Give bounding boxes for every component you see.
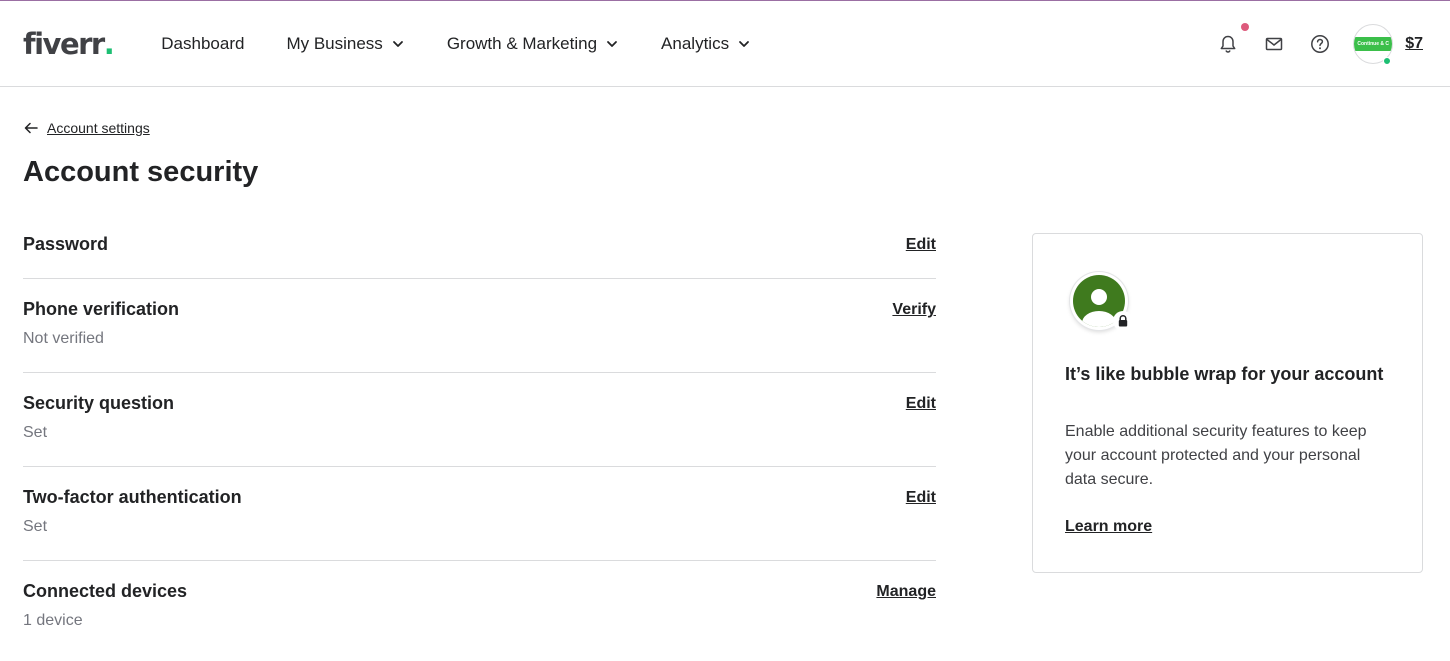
- setting-row-phone-verification: Phone verification Not verified Verify: [23, 279, 936, 373]
- notification-dot: [1241, 23, 1250, 31]
- chevron-down-icon: [607, 40, 617, 47]
- chevron-down-icon: [739, 40, 749, 47]
- avatar-image-text: Continue & C: [1354, 37, 1393, 51]
- learn-more-link[interactable]: Learn more: [1065, 518, 1152, 536]
- arrow-left-icon: [24, 122, 38, 134]
- setting-status: Set: [23, 518, 48, 535]
- nav-analytics-label: Analytics: [661, 33, 730, 53]
- setting-title: Phone verification: [23, 299, 180, 319]
- security-promo-card: It’s like bubble wrap for your account E…: [1032, 233, 1423, 573]
- setting-status: 1 device: [23, 612, 83, 629]
- mail-icon: [1265, 37, 1283, 51]
- lock-icon: [1113, 311, 1133, 331]
- fiverr-logo[interactable]: fiverr.: [23, 26, 115, 61]
- online-status-dot: [1383, 57, 1392, 65]
- messages-button[interactable]: [1263, 33, 1285, 55]
- setting-title: Password: [23, 234, 109, 254]
- nav-my-business[interactable]: My Business: [286, 34, 404, 54]
- manage-devices-button[interactable]: Manage: [876, 583, 936, 601]
- edit-security-question-button[interactable]: Edit: [906, 395, 936, 413]
- setting-row-connected-devices: Connected devices 1 device Manage: [23, 561, 936, 655]
- logo-dot: .: [103, 26, 115, 61]
- breadcrumb-label: Account settings: [47, 120, 150, 136]
- nav-my-business-label: My Business: [286, 33, 383, 53]
- user-avatar-button[interactable]: Continue & C: [1353, 24, 1394, 65]
- header-tools: Continue & C $7: [1217, 1, 1423, 87]
- setting-status: Not verified: [23, 330, 104, 347]
- nav-growth-marketing[interactable]: Growth & Marketing: [447, 34, 619, 54]
- nav-analytics[interactable]: Analytics: [661, 34, 751, 54]
- setting-title: Connected devices: [23, 581, 188, 601]
- page-title: Account security: [23, 156, 259, 188]
- help-button[interactable]: [1309, 33, 1331, 55]
- setting-row-password: Password Edit: [23, 214, 936, 279]
- setting-row-security-question: Security question Set Edit: [23, 373, 936, 467]
- main-nav: Dashboard My Business Growth & Marketing…: [161, 34, 793, 54]
- help-icon: [1311, 35, 1330, 53]
- chevron-down-icon: [392, 40, 403, 47]
- setting-status: Set: [23, 424, 48, 441]
- promo-title: It’s like bubble wrap for your account: [1065, 364, 1384, 384]
- notifications-button[interactable]: [1217, 23, 1250, 55]
- back-to-account-settings-link[interactable]: Account settings: [23, 120, 150, 136]
- security-settings-list: Password Edit Phone verification Not ver…: [23, 214, 936, 655]
- edit-password-button[interactable]: Edit: [906, 236, 936, 254]
- nav-dashboard[interactable]: Dashboard: [161, 34, 244, 54]
- setting-title: Security question: [23, 393, 175, 413]
- verify-phone-button[interactable]: Verify: [892, 301, 936, 319]
- nav-growth-marketing-label: Growth & Marketing: [446, 33, 598, 53]
- nav-dashboard-label: Dashboard: [161, 33, 245, 53]
- logo-text: fiverr: [23, 26, 105, 61]
- top-navigation-bar: fiverr. Dashboard My Business Growth & M…: [0, 1, 1450, 87]
- edit-two-factor-button[interactable]: Edit: [906, 489, 936, 507]
- promo-description: Enable additional security features to k…: [1065, 423, 1367, 488]
- bell-icon: [1220, 35, 1236, 53]
- setting-title: Two-factor authentication: [23, 487, 242, 507]
- setting-row-two-factor-authentication: Two-factor authentication Set Edit: [23, 467, 936, 561]
- balance-link[interactable]: $7: [1405, 35, 1423, 53]
